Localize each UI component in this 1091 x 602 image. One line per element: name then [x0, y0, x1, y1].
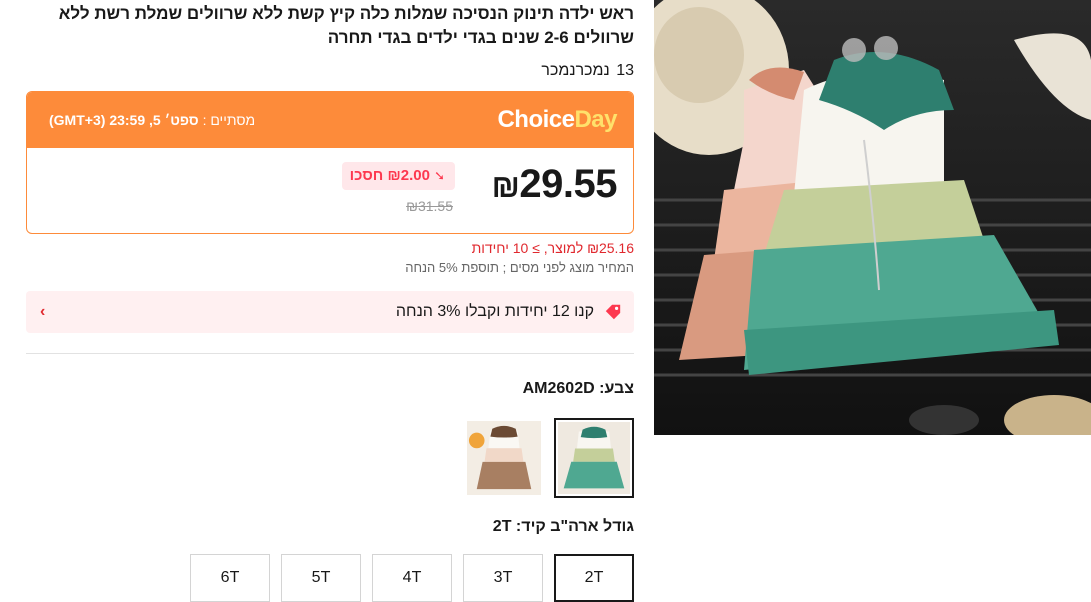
product-info-panel: ראש ילדה תינוק הנסיכה שמלות כלה קיץ קשת …	[26, 0, 634, 602]
sold-number: 13	[616, 62, 634, 79]
size-label: גודל ארה"ב קיד:	[515, 518, 634, 535]
size-option-6t[interactable]: 6T	[190, 554, 270, 602]
size-option-4t[interactable]: 4T	[372, 554, 452, 602]
sold-count: 13 נמכרנמכר	[26, 60, 634, 82]
current-price: ₪29.55	[491, 162, 618, 207]
original-price: ₪31.55	[406, 198, 453, 214]
promo-end-time: מסתיים : ספט׳ 5, 23:59 (GMT+3)	[49, 112, 255, 128]
product-title: ראש ילדה תינוק הנסיכה שמלות כלה קיץ קשת …	[58, 4, 634, 47]
sold-label: נמכרנמכר	[541, 62, 610, 79]
promo-end-value: ספט׳ 5, 23:59 (GMT+3)	[49, 112, 199, 128]
color-selector-label: צבע: AM2602D	[26, 378, 634, 400]
chevron-left-icon[interactable]: ›	[40, 303, 45, 321]
color-option-brown[interactable]	[464, 418, 544, 498]
discount-text: ₪2.00 חסכו	[349, 167, 430, 184]
color-options	[26, 418, 634, 498]
price-body: ₪29.55 ➘ ₪2.00 חסכו ₪31.55	[27, 148, 633, 233]
tag-icon	[605, 304, 621, 320]
price-card: ChoiceDay מסתיים : ספט׳ 5, 23:59 (GMT+3)…	[26, 91, 634, 234]
color-label: צבע:	[599, 380, 634, 397]
size-option-3t[interactable]: 3T	[463, 554, 543, 602]
choice-day-logo: ChoiceDay	[497, 106, 617, 133]
color-value: AM2602D	[522, 380, 595, 397]
size-selector-label: גודל ארה"ב קיד: 2T	[26, 516, 634, 538]
currency-symbol: ₪	[491, 168, 520, 204]
bulk-price: ₪25.16 למוצר, ≥ 10 יחידות	[471, 240, 634, 256]
price-value: 29.55	[519, 162, 617, 206]
discount-badge: ➘ ₪2.00 חסכו	[341, 162, 455, 190]
coupon-content: קנו 12 יחידות וקבלו 3% הנחה	[396, 303, 622, 321]
promo-end-label: מסתיים :	[202, 112, 256, 128]
down-arrow-icon: ➘	[434, 168, 445, 183]
tax-note: המחיר מוצג לפני מסים ; תוספת 5% הנחה	[405, 260, 634, 275]
size-value: 2T	[492, 518, 512, 535]
choice-day-banner: ChoiceDay מסתיים : ספט׳ 5, 23:59 (GMT+3)	[27, 92, 633, 148]
size-option-2t[interactable]: 2T	[554, 554, 634, 602]
product-main-image[interactable]	[654, 0, 1091, 435]
coupon-bar[interactable]: קנו 12 יחידות וקבלו 3% הנחה ›	[26, 291, 634, 333]
section-divider	[26, 353, 634, 354]
color-option-green[interactable]	[554, 418, 634, 498]
size-options: 2T 3T 4T 5T 6T	[26, 554, 634, 602]
coupon-text: קנו 12 יחידות וקבלו 3% הנחה	[395, 303, 594, 320]
size-option-5t[interactable]: 5T	[281, 554, 361, 602]
